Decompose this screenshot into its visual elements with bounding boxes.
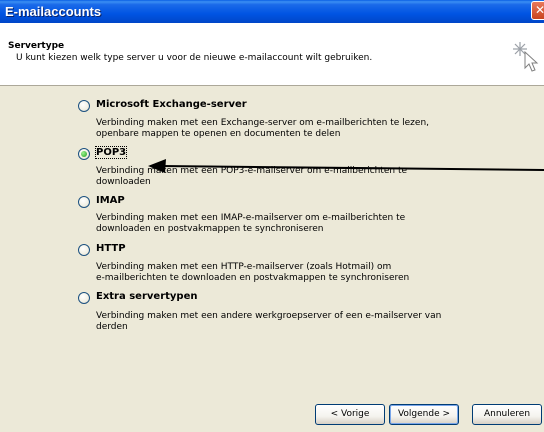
wizard-sparkle-cursor-icon xyxy=(513,42,539,72)
option-description-line: e-mailberichten te downloaden en postvak… xyxy=(96,273,410,283)
next-button[interactable]: Volgende > xyxy=(389,404,459,425)
window-title: E-mailaccounts xyxy=(5,4,102,19)
radio-button[interactable] xyxy=(78,292,90,304)
option-description-line: downloaden xyxy=(96,177,151,187)
page-title: Servertype xyxy=(8,41,65,51)
title-bar[interactable]: E-mailaccounts ✕ xyxy=(0,0,544,23)
option-label[interactable]: POP3 xyxy=(94,146,128,159)
cancel-button[interactable]: Annuleren xyxy=(472,404,542,425)
option-description-line: Verbinding maken met een HTTP-e-mailserv… xyxy=(96,262,392,272)
radio-button-selected[interactable] xyxy=(78,148,90,160)
option-description-line: Verbinding maken met een IMAP-e-mailserv… xyxy=(96,213,406,223)
option-label[interactable]: IMAP xyxy=(96,195,125,206)
page-subtitle: U kunt kiezen welk type server u voor de… xyxy=(16,53,373,63)
radio-button[interactable] xyxy=(78,244,90,256)
option-description-line: Verbinding maken met een Exchange-server… xyxy=(96,118,430,128)
radio-button[interactable] xyxy=(78,196,90,208)
option-label[interactable]: Extra servertypen xyxy=(96,291,197,302)
option-description-line: Verbinding maken met een POP3-e-mailserv… xyxy=(96,166,408,176)
option-label[interactable]: HTTP xyxy=(96,243,126,254)
close-button[interactable]: ✕ xyxy=(531,1,544,20)
option-description-line: derden xyxy=(96,322,128,332)
back-button[interactable]: < Vorige xyxy=(315,404,385,425)
option-label[interactable]: Microsoft Exchange-server xyxy=(96,99,247,110)
close-icon: ✕ xyxy=(535,3,544,17)
option-description-line: downloaden en postvakmappen te synchroni… xyxy=(96,224,324,234)
radio-button[interactable] xyxy=(78,100,90,112)
wizard-header: Servertype U kunt kiezen welk type serve… xyxy=(0,23,544,86)
option-description-line: Verbinding maken met een andere werkgroe… xyxy=(96,311,442,321)
option-description-line: openbare mappen te openen en documenten … xyxy=(96,129,341,139)
